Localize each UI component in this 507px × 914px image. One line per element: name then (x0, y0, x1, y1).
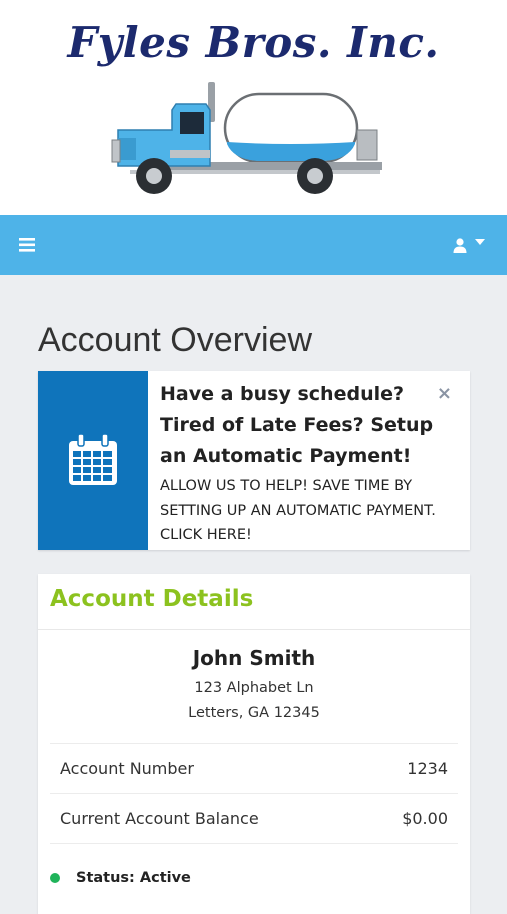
calendar-icon (69, 433, 117, 485)
page-title: Account Overview (38, 321, 312, 359)
customer-name: John Smith (192, 646, 316, 670)
card-title: Account Details (50, 586, 254, 612)
status-text: Status: Active (76, 870, 191, 886)
top-navbar (0, 215, 507, 275)
promo-body: Have a busy schedule? Tired of Late Fees… (160, 379, 450, 548)
address-line-1: 123 Alphabet Ln (194, 680, 314, 696)
balance-label: Current Account Balance (60, 809, 259, 828)
promo-heading: Have a busy schedule? Tired of Late Fees… (160, 383, 434, 467)
card-header: Account Details (38, 574, 470, 630)
logo-header: Fyles Bros. Inc. (0, 0, 507, 215)
promo-icon-panel (38, 371, 148, 550)
account-number-value: 1234 (407, 759, 448, 778)
account-details-card: Account Details John Smith 123 Alphabet … (38, 574, 470, 914)
status-dot-icon (50, 873, 60, 883)
auto-payment-promo[interactable]: Have a busy schedule? Tired of Late Fees… (38, 371, 470, 550)
company-logo-text: Fyles Bros. Inc. (67, 18, 440, 67)
balance-value: $0.00 (402, 809, 448, 828)
caret-down-icon (475, 239, 485, 245)
hamburger-icon (19, 238, 35, 252)
close-icon[interactable]: × (437, 385, 452, 403)
user-icon (453, 238, 467, 253)
account-status: Status: Active (50, 870, 191, 886)
user-menu-button[interactable] (451, 233, 491, 257)
main-content: Account Overview Have a busy schedule? T… (38, 275, 470, 914)
truck-logo-icon (111, 82, 382, 194)
account-number-label: Account Number (60, 759, 194, 778)
balance-row: Current Account Balance $0.00 (50, 794, 458, 844)
account-number-row: Account Number 1234 (50, 744, 458, 794)
customer-info: John Smith 123 Alphabet Ln Letters, GA 1… (50, 630, 458, 744)
address-line-2: Letters, GA 12345 (188, 705, 320, 721)
promo-description[interactable]: ALLOW US TO HELP! SAVE TIME BY SETTING U… (160, 474, 450, 548)
nav-menu-button[interactable] (14, 233, 40, 257)
